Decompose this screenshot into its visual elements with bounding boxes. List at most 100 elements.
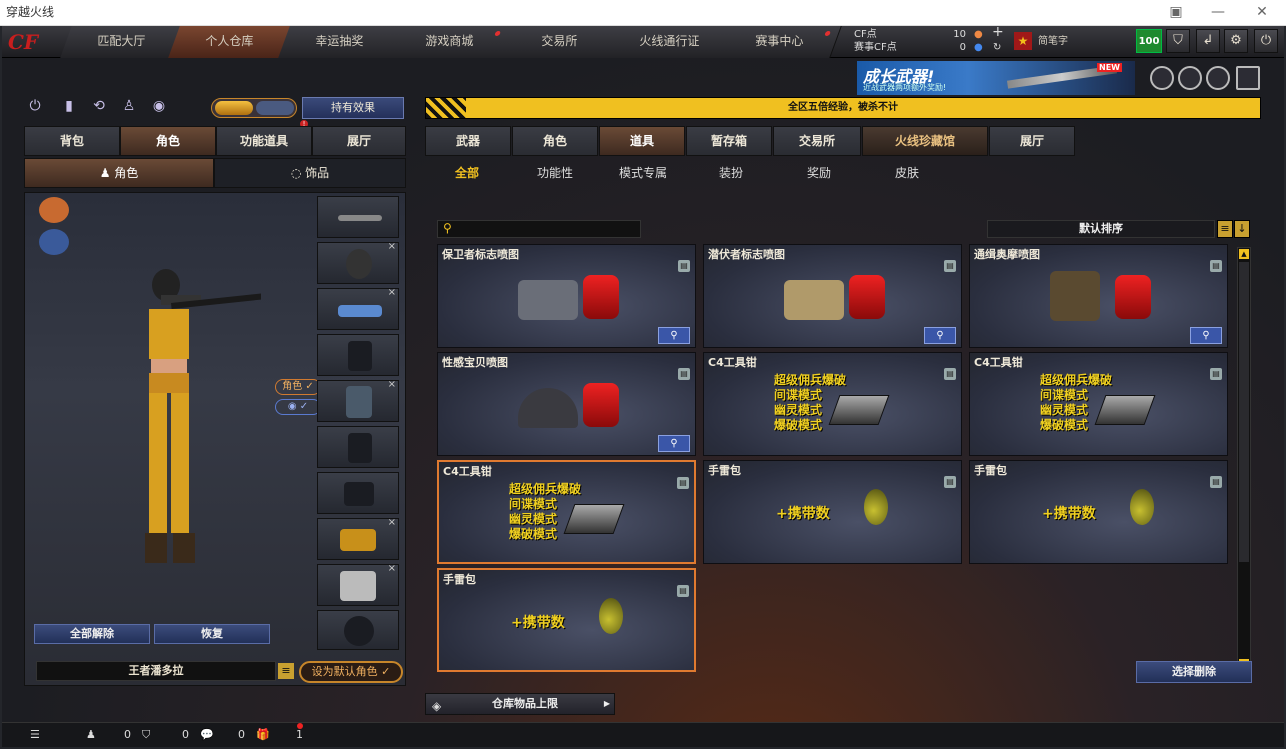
item-card[interactable]: 手雷包 ▤ +携带数: [969, 460, 1228, 564]
scroll-thumb[interactable]: [1239, 262, 1249, 562]
item-card[interactable]: C4工具钳 ▤ 超级佣兵爆破 间谍模式 幽灵模式 爆破模式: [969, 352, 1228, 456]
slot-armor[interactable]: [317, 426, 399, 468]
power-icon[interactable]: ⏻: [1254, 29, 1278, 53]
sort-dropdown[interactable]: 默认排序: [987, 220, 1215, 238]
item-card[interactable]: 性感宝贝喷图 ▤ ⚲: [437, 352, 696, 456]
slot-backpack[interactable]: ×: [317, 380, 399, 422]
slot-spray[interactable]: ×: [317, 564, 399, 606]
lock-icon[interactable]: ▤: [678, 260, 690, 272]
slot-vest[interactable]: [317, 334, 399, 376]
remove-icon[interactable]: ×: [388, 565, 396, 574]
badge-icon-1[interactable]: [1150, 66, 1174, 90]
subtab-accessories[interactable]: ◌ 饰品: [214, 158, 406, 188]
slot-pants[interactable]: [317, 472, 399, 514]
character-name-field[interactable]: 王者潘多拉: [36, 661, 276, 681]
slot-accessory[interactable]: ×: [317, 518, 399, 560]
nav-item-exchange[interactable]: 交易所: [498, 26, 622, 58]
item-card-selected[interactable]: 手雷包 ▤ +携带数: [437, 568, 696, 672]
item-card[interactable]: 保卫者标志喷图 ▤ ⚲: [437, 244, 696, 348]
tab-showroom[interactable]: 展厅: [312, 126, 406, 156]
slot-goggles[interactable]: ×: [317, 288, 399, 330]
refresh-icon[interactable]: ↻: [993, 41, 1001, 54]
badge-icon-3[interactable]: [1206, 66, 1230, 90]
item-card[interactable]: 手雷包 ▤ +携带数: [703, 460, 962, 564]
magnifier-icon[interactable]: ⚲: [658, 327, 690, 344]
item-card-selected[interactable]: C4工具钳 ▤ 超级佣兵爆破 间谍模式 幽灵模式 爆破模式: [437, 460, 696, 564]
tab-backpack[interactable]: 背包: [24, 126, 120, 156]
tab-items[interactable]: 道具: [599, 126, 685, 156]
item-card[interactable]: C4工具钳 ▤ 超级佣兵爆破 间谍模式 幽灵模式 爆破模式: [703, 352, 962, 456]
remove-icon[interactable]: ×: [388, 289, 396, 298]
character-view-icon[interactable]: [215, 101, 253, 115]
magnifier-icon[interactable]: ⚲: [658, 435, 690, 452]
close-icon[interactable]: ✕: [1240, 0, 1284, 26]
lock-icon[interactable]: ▤: [1210, 260, 1222, 272]
lock-icon[interactable]: ▤: [677, 477, 689, 489]
nav-item-match-hall[interactable]: 匹配大厅: [60, 26, 184, 58]
nav-item-battle-pass[interactable]: 火线通行证: [608, 26, 732, 58]
list-view-icon[interactable]: ≡: [1217, 220, 1233, 238]
lock-icon[interactable]: ▤: [677, 585, 689, 597]
slot-emblem[interactable]: [317, 610, 399, 650]
magnifier-icon[interactable]: ⚲: [924, 327, 956, 344]
rotate-icon[interactable]: ⟲: [88, 98, 110, 120]
view-toggle[interactable]: [211, 98, 297, 118]
minimize-icon[interactable]: —: [1196, 0, 1240, 26]
lock-icon[interactable]: ▤: [944, 476, 956, 488]
window-logo-icon[interactable]: ▣: [1154, 0, 1198, 26]
magnifier-icon[interactable]: ⚲: [1190, 327, 1222, 344]
lock-icon[interactable]: ▤: [1210, 476, 1222, 488]
lock-icon[interactable]: ▤: [1210, 368, 1222, 380]
tab-function-items[interactable]: 功能道具: [216, 126, 312, 156]
tab-roles[interactable]: 角色: [512, 126, 598, 156]
badge-icon-4[interactable]: [1236, 66, 1260, 90]
back-icon[interactable]: ↲: [1196, 29, 1220, 53]
slot-helmet[interactable]: ×: [317, 242, 399, 284]
unequip-all-button[interactable]: 全部解除: [34, 624, 150, 644]
gift-icon[interactable]: 🎁: [256, 727, 270, 743]
mouse-icon[interactable]: ◉: [148, 98, 170, 120]
badge-icon-2[interactable]: [1178, 66, 1202, 90]
camp-icon-2[interactable]: [39, 229, 69, 255]
remove-icon[interactable]: ×: [388, 381, 396, 390]
shield-icon[interactable]: ⛉: [1166, 29, 1190, 53]
tab-weapons[interactable]: 武器: [425, 126, 511, 156]
promo-banner[interactable]: 成长武器! 近战武器两项额外奖励! NEW: [857, 61, 1135, 95]
remove-icon[interactable]: ×: [388, 519, 396, 528]
eye-chip[interactable]: ◉ ✓: [275, 399, 321, 415]
tab-collection-hall[interactable]: 火线珍藏馆: [862, 126, 988, 156]
subtab-all[interactable]: 全部: [434, 158, 500, 188]
sort-direction-icon[interactable]: ↓: [1234, 220, 1250, 238]
pose-icon[interactable]: ♙: [118, 98, 140, 120]
subtab-functional[interactable]: 功能性: [522, 158, 588, 188]
nav-item-personal-warehouse[interactable]: 个人仓库: [168, 26, 292, 58]
user-panel[interactable]: ★ 简笔字: [1014, 30, 1134, 54]
shield-status-icon[interactable]: ⛉: [142, 727, 150, 743]
friends-icon[interactable]: ♟: [86, 727, 96, 743]
off-toggle-icon[interactable]: ⏻: [24, 98, 46, 120]
subtab-mode-exclusive[interactable]: 模式专属: [608, 158, 678, 188]
restore-button[interactable]: 恢复: [154, 624, 270, 644]
holding-effect-button[interactable]: 持有效果: [302, 97, 404, 119]
tab-right-showroom[interactable]: 展厅: [989, 126, 1075, 156]
item-card[interactable]: 潜伏者标志喷图 ▤ ⚲: [703, 244, 962, 348]
list-icon[interactable]: ≡: [278, 663, 294, 679]
shield-view-icon[interactable]: [256, 101, 294, 115]
remove-icon[interactable]: ×: [388, 243, 396, 252]
subtab-character[interactable]: ♟ 角色: [24, 158, 214, 188]
chat-icon[interactable]: 💬: [200, 727, 214, 743]
item-card[interactable]: 通缉奥摩喷图 ▤ ⚲: [969, 244, 1228, 348]
search-input[interactable]: ⚲: [437, 220, 641, 238]
role-chip[interactable]: 角色 ✓: [275, 379, 321, 395]
subtab-rewards[interactable]: 奖励: [786, 158, 852, 188]
tab-storage-box[interactable]: 暂存箱: [686, 126, 772, 156]
scroll-up-icon[interactable]: ▲: [1239, 249, 1249, 259]
nav-item-event-center[interactable]: 赛事中心: [718, 26, 842, 58]
warehouse-capacity-button[interactable]: ◈ 仓库物品上限 ▶: [425, 693, 615, 715]
ranking-icon[interactable]: ▮: [58, 98, 80, 120]
menu-icon[interactable]: ☰: [30, 727, 40, 743]
grid-scrollbar[interactable]: ▲ ▼: [1237, 247, 1251, 671]
lock-icon[interactable]: ▤: [944, 260, 956, 272]
lock-icon[interactable]: ▤: [678, 368, 690, 380]
select-delete-button[interactable]: 选择删除: [1136, 661, 1252, 683]
